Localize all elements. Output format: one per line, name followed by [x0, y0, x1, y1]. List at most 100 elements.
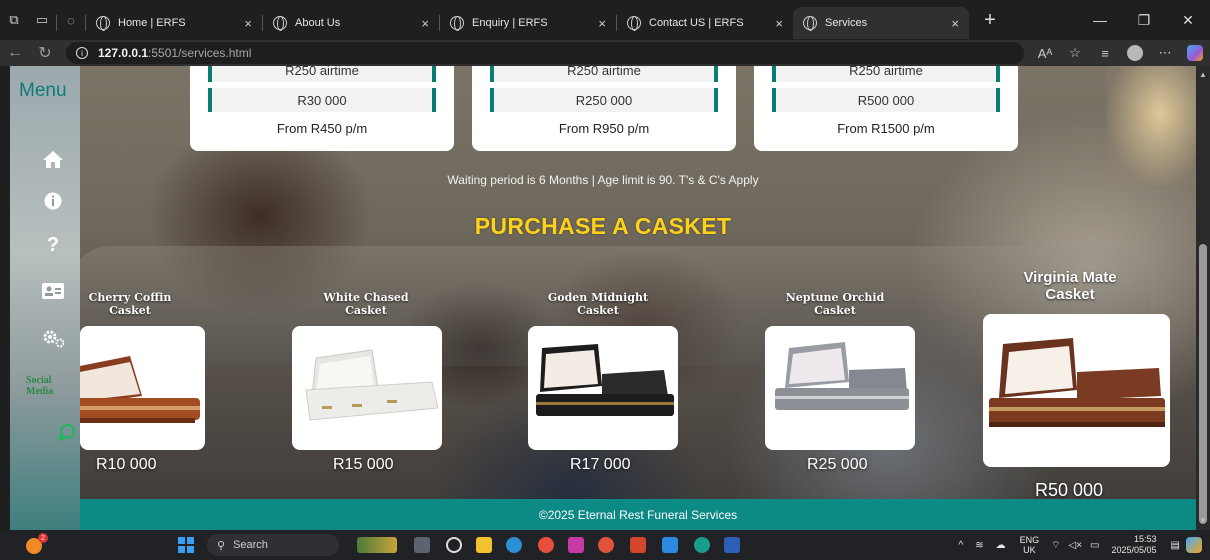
casket-name-line: Neptune Orchid [785, 291, 885, 304]
more-options-icon[interactable]: ⋯ [1150, 45, 1180, 61]
home-icon[interactable] [42, 148, 64, 170]
tab-title: Enquiry | ERFS [472, 17, 548, 29]
scroll-up-icon[interactable]: ▲ [1199, 70, 1207, 79]
notification-badge: 2 [38, 533, 48, 543]
copilot-icon[interactable] [1187, 45, 1203, 61]
widgets-icon[interactable] [357, 537, 397, 553]
clock-date: 2025/05/05 [1111, 545, 1157, 555]
instagram-icon[interactable] [568, 537, 584, 553]
podcast-icon[interactable] [598, 537, 614, 553]
page-footer: ©2025 Eternal Rest Funeral Services [80, 499, 1196, 530]
extensions-globe-icon[interactable]: ◌ [57, 6, 85, 34]
plan-airtime: R250 airtime [772, 66, 1000, 82]
network-icon[interactable]: ≋ [975, 540, 983, 551]
close-icon[interactable]: × [415, 16, 429, 31]
casket-price: R25 000 [807, 456, 868, 473]
word-icon[interactable] [724, 537, 740, 553]
casket-name-line: White Chased [323, 291, 409, 304]
favorite-star-icon[interactable]: ☆ [1060, 45, 1090, 61]
tab-home[interactable]: Home | ERFS × [86, 7, 262, 39]
close-icon[interactable]: × [945, 16, 959, 31]
close-icon[interactable]: × [769, 16, 783, 31]
info-icon[interactable] [42, 190, 64, 212]
file-explorer-icon[interactable] [476, 537, 492, 553]
plan-cover: R500 000 [772, 88, 1000, 112]
search-icon: ⚲ [217, 539, 226, 552]
tab-enquiry[interactable]: Enquiry | ERFS × [440, 7, 616, 39]
close-icon[interactable]: × [592, 16, 606, 31]
language-indicator[interactable]: ENG UK [1020, 535, 1040, 555]
volume-icon[interactable]: ◁× [1069, 540, 1083, 551]
battery-icon[interactable]: ▭ [1090, 540, 1099, 551]
show-hidden-icons-icon[interactable]: ^ [959, 540, 964, 551]
notifications-icon[interactable]: ▤ [1171, 540, 1180, 551]
casket-name-line: Casket [577, 304, 619, 317]
app-icon[interactable] [446, 537, 462, 553]
casket-image-card[interactable] [80, 326, 205, 450]
clock[interactable]: 15:53 2025/05/05 [1112, 534, 1157, 556]
powerpoint-icon[interactable] [630, 537, 646, 553]
neptune-orchid-casket-image [775, 342, 909, 410]
site-info-icon[interactable]: i [76, 47, 88, 59]
copilot-taskbar-icon[interactable] [1186, 537, 1202, 553]
tab-actions-icon[interactable]: ▭ [28, 6, 56, 34]
casket-name-line: Casket [109, 304, 151, 317]
url-field[interactable]: i 127.0.0.1 :5501/services.html [66, 42, 1024, 64]
contact-card-icon[interactable] [42, 280, 64, 302]
new-tab-button[interactable]: + [975, 9, 1005, 32]
plan-cover: R30 000 [208, 88, 436, 112]
taskbar-search[interactable]: ⚲ Search [207, 534, 339, 556]
edge-browser-icon[interactable] [506, 537, 522, 553]
page-viewport: R250 airtime R30 000 From R450 p/m R250 … [10, 66, 1196, 530]
minimize-icon[interactable]: — [1078, 0, 1122, 40]
restore-icon[interactable]: ❐ [1122, 0, 1166, 40]
globe-icon [96, 16, 110, 31]
task-view-icon[interactable] [414, 537, 430, 553]
address-bar-actions: Aᴬ ☆ ≡ ⋯ [1030, 40, 1210, 66]
background-lamp [1106, 66, 1196, 186]
profile-avatar-icon[interactable] [1127, 45, 1143, 61]
casket-image-card[interactable] [983, 314, 1170, 467]
favorites-list-icon[interactable]: ≡ [1090, 46, 1120, 61]
onedrive-icon[interactable]: ☁ [996, 540, 1006, 551]
cherry-coffin-casket-image [80, 356, 200, 423]
wifi-icon[interactable]: ⌔ [1051, 539, 1060, 552]
casket-name: Virginia Mate Casket [1000, 269, 1140, 303]
close-icon[interactable]: × [238, 16, 252, 31]
plan-premium: From R950 p/m [558, 121, 650, 136]
clock-time: 15:53 [1134, 534, 1157, 544]
tab-contact[interactable]: Contact US | ERFS × [617, 7, 793, 39]
settings-icon[interactable] [42, 328, 64, 350]
refresh-icon[interactable]: ↻ [30, 43, 60, 63]
social-media-label: Social Media [26, 375, 54, 397]
casket-image-card[interactable] [292, 326, 442, 450]
casket-name: White Chased Casket [306, 291, 426, 317]
url-path: :5501/services.html [148, 46, 252, 60]
virginia-mate-casket-image [989, 338, 1165, 427]
casket-name-line: Casket [1045, 286, 1095, 303]
back-icon[interactable]: ← [0, 44, 30, 62]
plan-card: R250 airtime R30 000 From R450 p/m [190, 66, 454, 151]
windows-taskbar: 2 ⚲ Search ^ ≋ ☁ ENG UK ⌔ ◁× ▭ 15:53 202… [0, 530, 1210, 560]
edge-active-icon[interactable] [694, 537, 710, 553]
scroll-thumb[interactable] [1199, 244, 1207, 524]
tab-about[interactable]: About Us × [263, 7, 439, 39]
close-window-icon[interactable]: ✕ [1166, 0, 1210, 40]
start-icon[interactable] [178, 537, 194, 553]
plan-card: R250 airtime R250 000 From R950 p/m [472, 66, 736, 151]
lang-region: UK [1023, 545, 1036, 555]
casket-price: R50 000 [1035, 480, 1104, 500]
casket-price: R17 000 [570, 456, 631, 473]
vscode-icon[interactable] [662, 537, 678, 553]
workspaces-icon[interactable]: ⧉ [0, 6, 28, 34]
casket-price: R10 000 [96, 456, 157, 473]
casket-image-card[interactable] [528, 326, 678, 450]
whatsapp-icon[interactable] [60, 424, 75, 439]
chrome-icon[interactable] [538, 537, 554, 553]
question-icon[interactable]: ? [42, 234, 64, 256]
scroll-down-icon[interactable]: ▼ [1199, 516, 1207, 525]
tab-services[interactable]: Services × [793, 7, 969, 39]
page-scrollbar[interactable]: ▲ ▼ [1196, 66, 1210, 530]
read-aloud-icon[interactable]: Aᴬ [1030, 46, 1060, 61]
casket-image-card[interactable] [765, 326, 915, 450]
